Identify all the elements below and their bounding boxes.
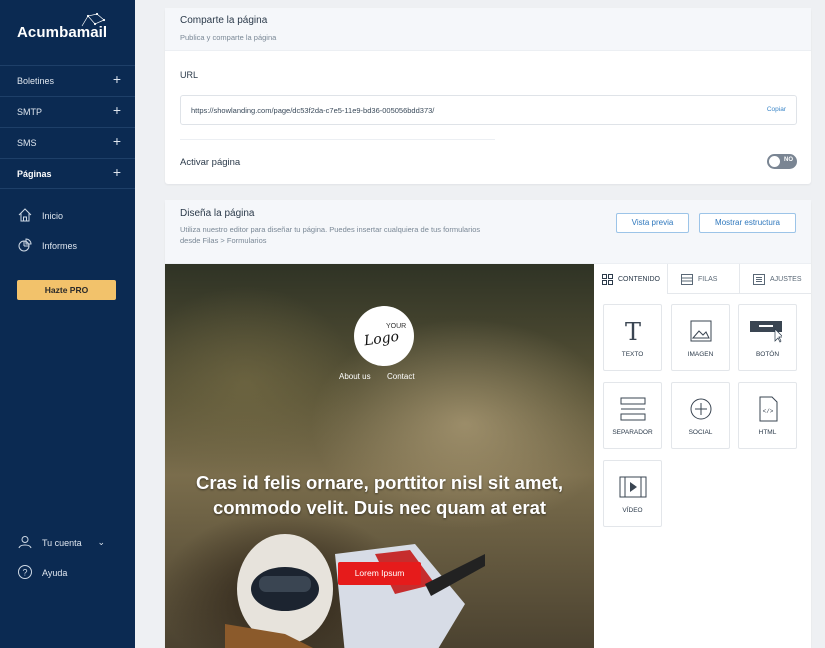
block-label: TEXTO [621,351,644,358]
hero-headline[interactable]: Cras id felis ornare, porttitor nisl sit… [165,470,594,520]
image-icon [690,320,712,342]
tab-filas[interactable]: FILAS [668,264,739,294]
user-icon [18,536,32,549]
block-label: SEPARADOR [612,429,653,436]
tab-label: FILAS [698,276,718,283]
block-html[interactable]: </> HTML [738,382,797,449]
preview-button[interactable]: Vista previa [616,213,689,233]
tab-label: CONTENIDO [618,276,660,283]
design-subtitle-line2: desde Filas > Formularios [180,236,267,245]
sidebar-item-paginas[interactable]: Páginas + [0,158,135,189]
block-label: BOTÓN [755,351,780,358]
plus-icon: + [112,71,121,87]
block-label: IMAGEN [687,351,714,358]
show-structure-button[interactable]: Mostrar estructura [699,213,796,233]
tab-label: AJUSTES [770,276,802,283]
block-video[interactable]: VÍDEO [603,460,662,527]
design-card: Diseña la página Utiliza nuestro editor … [165,200,811,648]
constellation-icon [81,12,106,27]
home-icon [18,208,32,222]
toggle-state-label: NO [784,157,793,163]
hazte-pro-button[interactable]: Hazte PRO [17,280,116,300]
block-imagen[interactable]: IMAGEN [671,304,730,371]
hero-cta-button[interactable]: Lorem Ipsum [338,562,421,585]
account-label: Tu cuenta [42,538,82,548]
toggle-knob [769,156,780,167]
tab-contenido[interactable]: CONTENIDO [594,264,667,294]
text-icon: T [625,318,641,345]
activate-label: Activar página [180,157,241,168]
block-label: VÍDEO [622,507,643,514]
sidebar-link-inicio[interactable]: Inicio [17,207,127,225]
tab-ajustes[interactable]: AJUSTES [740,264,811,294]
sidebar-item-label: SMTP [17,107,43,117]
page-preview-canvas[interactable]: YOUR Logo About us Contact Cras id felis… [165,264,594,648]
copy-link[interactable]: Copiar [767,106,786,113]
share-card-title: Comparte la página [180,15,268,26]
reports-icon [18,238,32,252]
separator-icon [620,397,646,421]
svg-text:T: T [625,318,641,345]
sidebar-item-smtp[interactable]: SMTP + [0,96,135,127]
editor-tabs: CONTENIDO FILAS AJUSTES [594,264,811,294]
sidebar-link-label: Inicio [42,211,64,221]
sidebar-item-sms[interactable]: SMS + [0,127,135,158]
share-card-subtitle: Publica y comparte la página [180,33,277,42]
divider [180,139,495,140]
grid-icon [602,274,613,285]
sidebar-item-label: SMS [17,138,37,148]
sidebar-item-label: Páginas [17,169,52,179]
sidebar-link-label: Informes [42,241,78,251]
account-menu[interactable]: Tu cuenta ⌄ [17,534,127,552]
block-social[interactable]: SOCIAL [671,382,730,449]
sidebar-item-label: Boletines [17,76,55,86]
headline-line2: commodo velit. Duis nec quam at erat [212,497,547,518]
url-field[interactable]: https://showlanding.com/page/dc53f2da-c7… [180,95,797,125]
hero-nav-contact[interactable]: Contact [387,372,415,381]
editor-panel: CONTENIDO FILAS AJUSTES T TEXTO IMAGEN B… [594,264,811,648]
block-label: HTML [758,429,777,436]
rows-icon [681,274,693,285]
video-icon [619,476,647,498]
share-card-header: Comparte la página Publica y comparte la… [165,8,811,51]
share-card: Comparte la página Publica y comparte la… [165,8,811,184]
help-icon: ? [18,565,32,579]
help-link[interactable]: ? Ayuda [17,564,127,582]
headline-line1: Cras id felis ornare, porttitor nisl sit… [195,472,563,493]
chevron-down-icon: ⌄ [97,537,105,547]
sidebar-item-boletines[interactable]: Boletines + [0,65,135,96]
block-label: SOCIAL [688,429,713,436]
help-label: Ayuda [42,568,68,578]
hero-nav-about[interactable]: About us [339,372,371,381]
sidebar: Acumbamail Boletines + SMTP + SMS + Pági… [0,0,135,648]
svg-text:?: ? [22,568,27,578]
activate-toggle[interactable]: NO [767,154,797,169]
svg-text:</>: </> [763,408,774,415]
page-logo[interactable]: YOUR Logo [354,306,414,366]
logo-text: Logo [363,328,401,350]
block-separador[interactable]: SEPARADOR [603,382,662,449]
plus-icon: + [112,102,121,118]
html-file-icon: </> [759,396,778,422]
url-value: https://showlanding.com/page/dc53f2da-c7… [191,106,435,115]
settings-list-icon [753,274,765,285]
block-texto[interactable]: T TEXTO [603,304,662,371]
button-icon [750,321,782,343]
url-label: URL [180,70,199,80]
plus-icon: + [112,164,121,180]
sidebar-link-informes[interactable]: Informes [17,237,127,255]
plus-icon: + [112,133,121,149]
social-plus-icon [690,398,712,420]
block-boton[interactable]: BOTÓN [738,304,797,371]
